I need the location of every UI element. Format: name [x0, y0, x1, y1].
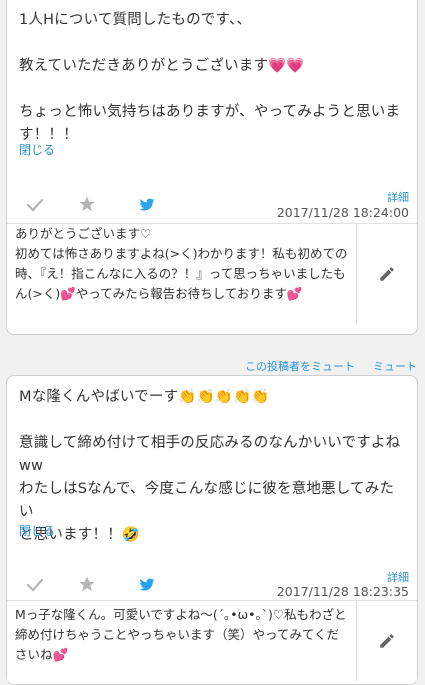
- edit-reply-button[interactable]: [356, 224, 417, 324]
- mute-bar: この投稿者をミュート ミュート: [245, 358, 417, 374]
- post-card-1: 1人Hについて質問したものです、、 教えていただきありがとうございます💗💗 ちょ…: [6, 0, 418, 335]
- pencil-icon: [380, 267, 394, 281]
- post-timestamp: 2017/11/28 18:23:35: [276, 584, 409, 599]
- pencil-icon: [380, 634, 394, 648]
- reply-text: Mっ子な隆くん。可愛いですよね〜(´｡•ω•｡`)♡私もわざと締め付けちゃうこと…: [15, 607, 347, 662]
- mute-poster-link[interactable]: この投稿者をミュート: [245, 358, 355, 374]
- twitter-bird-icon[interactable]: [137, 195, 157, 215]
- detail-link[interactable]: 詳細: [387, 569, 409, 585]
- mute-link[interactable]: ミュート: [373, 358, 417, 374]
- reply-section: Mっ子な隆くん。可愛いですよね〜(´｡•ω•｡`)♡私もわざと締め付けちゃうこと…: [7, 601, 417, 681]
- post-body: 1人Hについて質問したものです、、 教えていただきありがとうございます💗💗 ちょ…: [19, 12, 401, 143]
- check-icon[interactable]: [25, 195, 45, 215]
- detail-link[interactable]: 詳細: [387, 189, 409, 205]
- check-icon[interactable]: [25, 575, 45, 595]
- post-card-2: Mな隆くんやばいでーす👏👏👏👏👏 意識して締め付けて相手の反応みるのなんかいいで…: [6, 375, 418, 685]
- reply-section: ありがとうございます♡ 初めては怖さありますよね(>く)わかります！私も初めての…: [7, 224, 417, 324]
- edit-reply-button[interactable]: [356, 601, 417, 681]
- close-link[interactable]: 閉じる: [19, 522, 55, 539]
- star-icon[interactable]: [77, 574, 97, 594]
- twitter-bird-icon[interactable]: [137, 575, 157, 595]
- reply-text: ありがとうございます♡ 初めては怖さありますよね(>く)わかります！私も初めての…: [15, 226, 348, 301]
- post-body: Mな隆くんやばいでーす👏👏👏👏👏 意識して締め付けて相手の反応みるのなんかいいで…: [19, 389, 401, 543]
- close-link[interactable]: 閉じる: [19, 141, 55, 158]
- post-timestamp: 2017/11/28 18:24:00: [276, 205, 409, 220]
- star-icon[interactable]: [77, 194, 97, 214]
